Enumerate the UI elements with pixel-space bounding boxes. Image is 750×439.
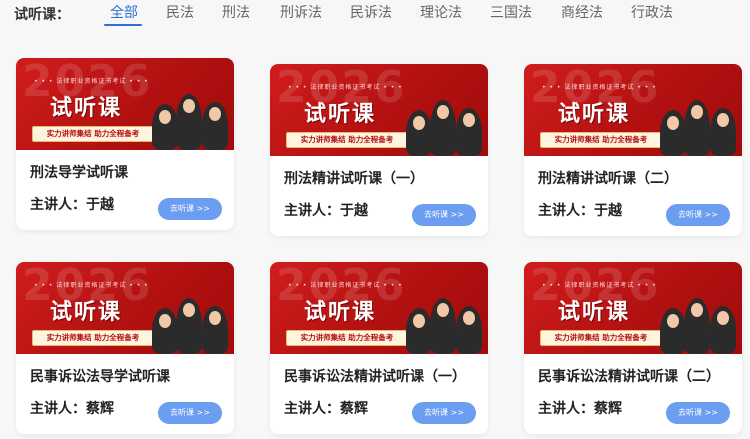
banner-slogan: 实力讲师集结 助力全程备考 xyxy=(286,330,408,346)
tab-criminal-law[interactable]: 刑法 xyxy=(222,2,250,22)
active-tab-indicator xyxy=(104,24,142,26)
course-lecturer: 主讲人：蔡辉 xyxy=(538,401,622,417)
course-card[interactable]: 2026 • • • 法律职业资格证书考试 • • • 试听课 实力讲师集结 助… xyxy=(270,262,488,434)
banner-title: 试听课 xyxy=(50,96,123,121)
go-to-class-button[interactable]: 去听课 >> xyxy=(158,198,222,220)
lecturers-photo xyxy=(402,86,488,156)
banner-slogan: 实力讲师集结 助力全程备考 xyxy=(32,330,154,346)
page: 试听课： 全部 民法 刑法 刑诉法 民诉法 理论法 三国法 商经法 行政法 20… xyxy=(0,0,750,439)
tab-civil-procedure[interactable]: 民诉法 xyxy=(350,2,392,22)
banner-slogan: 实力讲师集结 助力全程备考 xyxy=(540,132,662,148)
course-banner: 2026 • • • 法律职业资格证书考试 • • • 试听课 实力讲师集结 助… xyxy=(270,64,488,156)
lecturers-photo xyxy=(656,86,742,156)
banner-cert-line: • • • 法律职业资格证书考试 • • • xyxy=(288,282,403,289)
course-card[interactable]: 2026 • • • 法律职业资格证书考试 • • • 试听课 实力讲师集结 助… xyxy=(16,58,234,230)
course-lecturer: 主讲人：于越 xyxy=(284,203,368,219)
course-banner: 2026 • • • 法律职业资格证书考试 • • • 试听课 实力讲师集结 助… xyxy=(16,262,234,354)
course-title: 民事诉讼法导学试听课 xyxy=(30,369,170,385)
go-to-class-button[interactable]: 去听课 >> xyxy=(412,204,476,226)
course-lecturer: 主讲人：蔡辉 xyxy=(284,401,368,417)
course-card[interactable]: 2026 • • • 法律职业资格证书考试 • • • 试听课 实力讲师集结 助… xyxy=(16,262,234,434)
banner-title: 试听课 xyxy=(304,300,377,325)
course-lecturer: 主讲人：蔡辉 xyxy=(30,401,114,417)
course-title: 刑法精讲试听课（一） xyxy=(284,171,424,187)
lecturers-photo xyxy=(402,284,488,354)
course-lecturer: 主讲人：于越 xyxy=(30,197,114,213)
banner-title: 试听课 xyxy=(558,300,631,325)
course-title: 民事诉讼法精讲试听课（一） xyxy=(284,369,466,385)
filter-bar: 试听课： 全部 民法 刑法 刑诉法 民诉法 理论法 三国法 商经法 行政法 xyxy=(0,0,750,28)
tab-civil-law[interactable]: 民法 xyxy=(166,2,194,22)
go-to-class-button[interactable]: 去听课 >> xyxy=(666,402,730,424)
tab-international-law[interactable]: 三国法 xyxy=(490,2,532,22)
banner-cert-line: • • • 法律职业资格证书考试 • • • xyxy=(34,78,149,85)
banner-title: 试听课 xyxy=(558,102,631,127)
course-title: 民事诉讼法精讲试听课（二） xyxy=(538,369,720,385)
go-to-class-button[interactable]: 去听课 >> xyxy=(666,204,730,226)
tab-criminal-procedure[interactable]: 刑诉法 xyxy=(280,2,322,22)
banner-cert-line: • • • 法律职业资格证书考试 • • • xyxy=(542,84,657,91)
course-banner: 2026 • • • 法律职业资格证书考试 • • • 试听课 实力讲师集结 助… xyxy=(524,262,742,354)
course-lecturer: 主讲人：于越 xyxy=(538,203,622,219)
banner-slogan: 实力讲师集结 助力全程备考 xyxy=(286,132,408,148)
course-title: 刑法精讲试听课（二） xyxy=(538,171,678,187)
course-banner: 2026 • • • 法律职业资格证书考试 • • • 试听课 实力讲师集结 助… xyxy=(524,64,742,156)
lecturers-photo xyxy=(148,284,234,354)
course-card[interactable]: 2026 • • • 法律职业资格证书考试 • • • 试听课 实力讲师集结 助… xyxy=(270,64,488,236)
lecturers-photo xyxy=(148,80,234,150)
banner-slogan: 实力讲师集结 助力全程备考 xyxy=(32,126,154,142)
banner-title: 试听课 xyxy=(304,102,377,127)
lecturers-photo xyxy=(656,284,742,354)
banner-cert-line: • • • 法律职业资格证书考试 • • • xyxy=(288,84,403,91)
tab-commercial-economic-law[interactable]: 商经法 xyxy=(561,2,603,22)
course-title: 刑法导学试听课 xyxy=(30,165,128,181)
course-card[interactable]: 2026 • • • 法律职业资格证书考试 • • • 试听课 实力讲师集结 助… xyxy=(524,262,742,434)
go-to-class-button[interactable]: 去听课 >> xyxy=(158,402,222,424)
filter-label: 试听课： xyxy=(14,7,70,23)
banner-cert-line: • • • 法律职业资格证书考试 • • • xyxy=(542,282,657,289)
banner-cert-line: • • • 法律职业资格证书考试 • • • xyxy=(34,282,149,289)
tab-administrative-law[interactable]: 行政法 xyxy=(631,2,673,22)
course-card[interactable]: 2026 • • • 法律职业资格证书考试 • • • 试听课 实力讲师集结 助… xyxy=(524,64,742,236)
tab-theory-law[interactable]: 理论法 xyxy=(420,2,462,22)
banner-slogan: 实力讲师集结 助力全程备考 xyxy=(540,330,662,346)
course-banner: 2026 • • • 法律职业资格证书考试 • • • 试听课 实力讲师集结 助… xyxy=(16,58,234,150)
banner-title: 试听课 xyxy=(50,300,123,325)
tab-all[interactable]: 全部 xyxy=(110,2,138,22)
course-banner: 2026 • • • 法律职业资格证书考试 • • • 试听课 实力讲师集结 助… xyxy=(270,262,488,354)
go-to-class-button[interactable]: 去听课 >> xyxy=(412,402,476,424)
